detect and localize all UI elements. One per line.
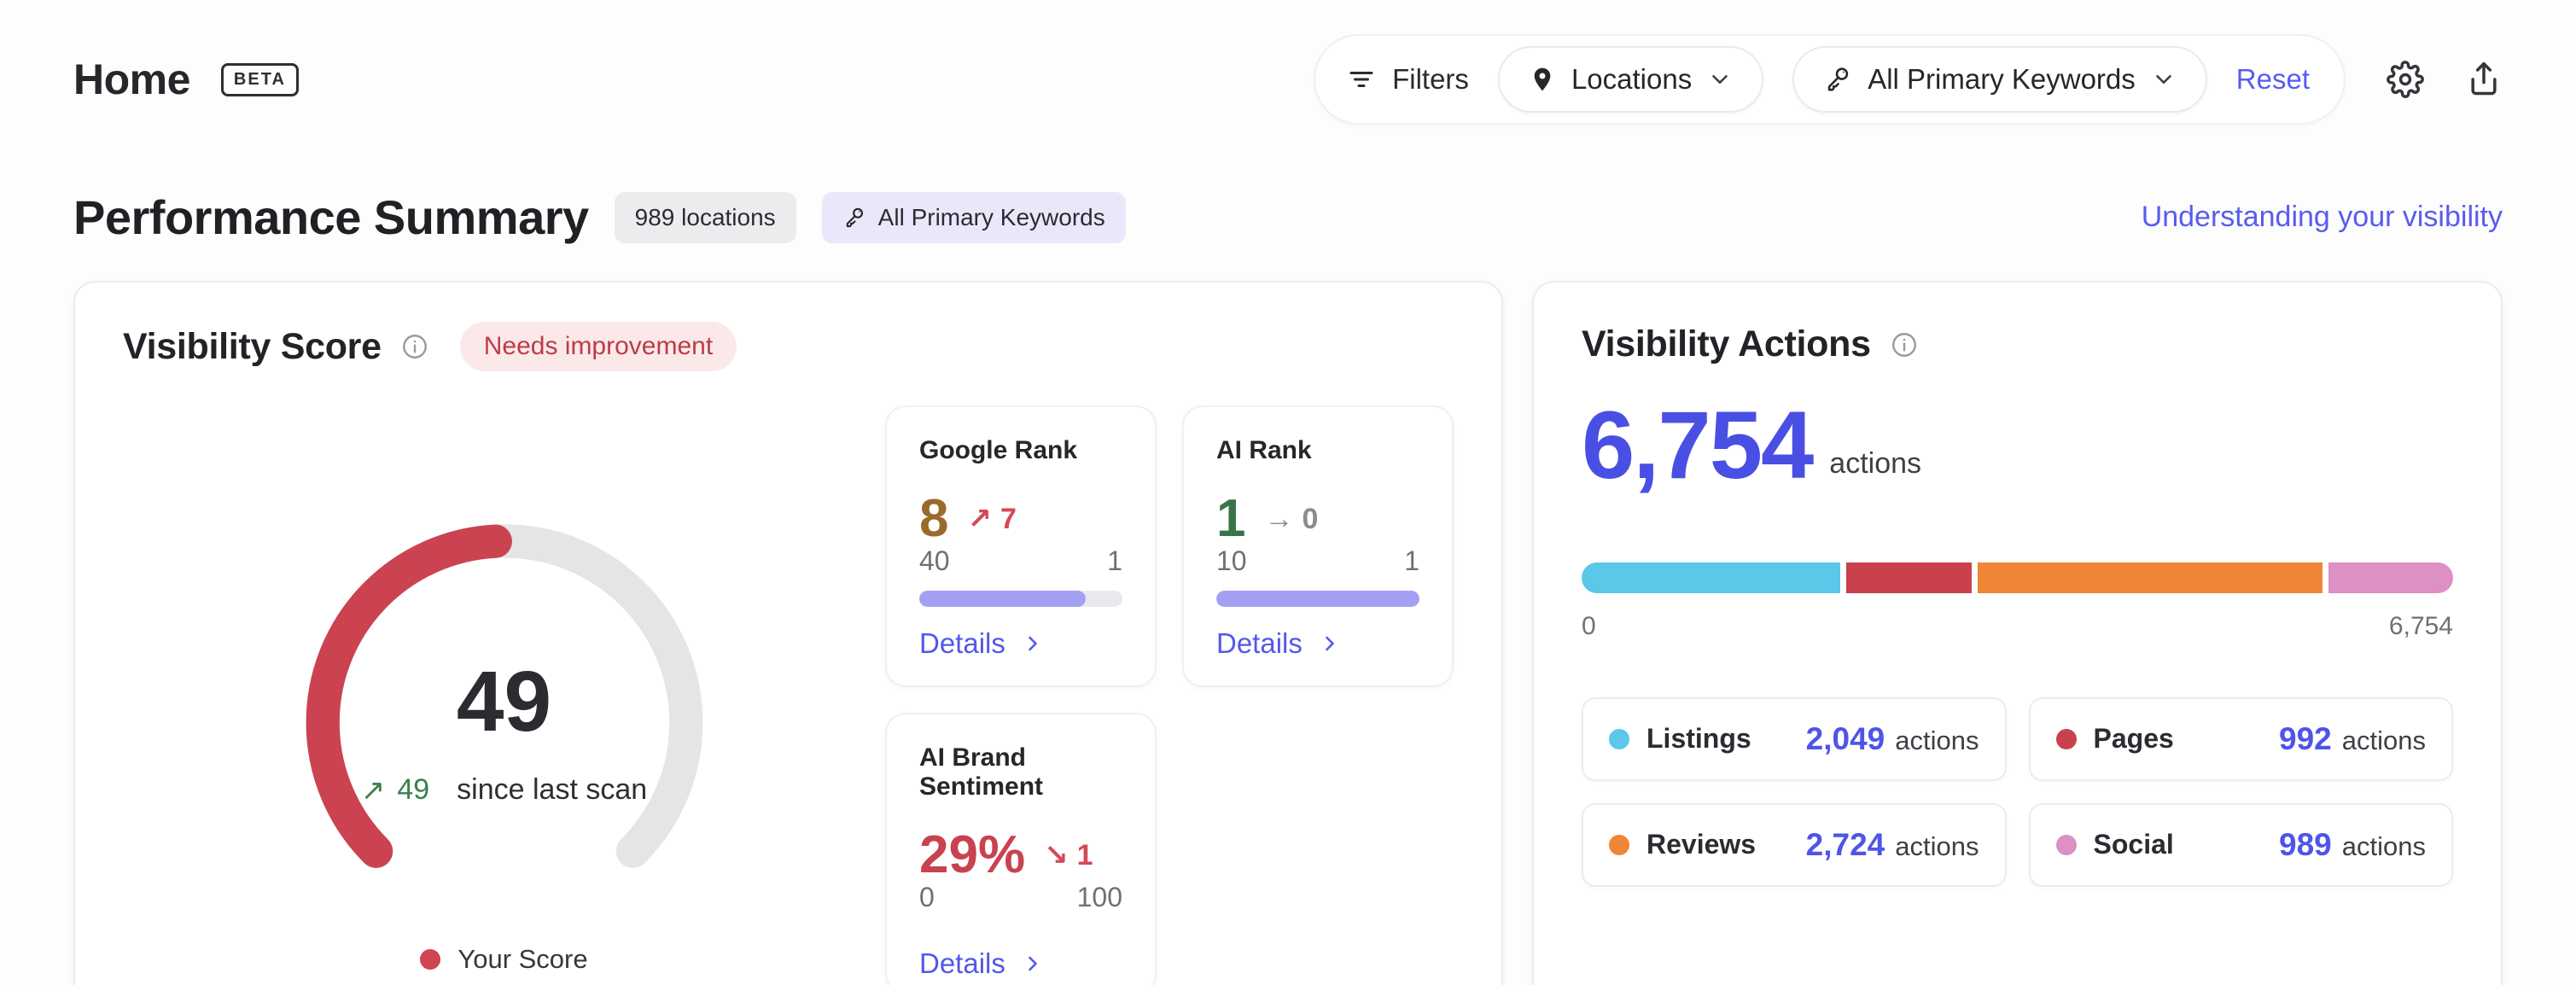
- score-value: 49: [457, 659, 551, 744]
- locations-label: Locations: [1571, 63, 1692, 96]
- settings-button[interactable]: [2387, 61, 2424, 98]
- metric-progress-bar: [1216, 591, 1419, 607]
- legend-item-reviews: Reviews 2,724actions: [1582, 803, 2007, 887]
- chevron-down-icon: [1707, 67, 1733, 92]
- reviews-dot: [1609, 835, 1629, 855]
- chevron-down-icon: [2151, 67, 2177, 92]
- trend-up-icon: ↗: [967, 502, 992, 536]
- metric-value: 1: [1216, 492, 1245, 545]
- social-dot: [2056, 835, 2077, 855]
- metric-trend: →0: [1264, 503, 1318, 536]
- filter-lines-icon: [1346, 64, 1377, 95]
- visibility-score-title: Visibility Score: [123, 326, 382, 368]
- actions-stacked-bar: [1582, 562, 2453, 593]
- keywords-badge: All Primary Keywords: [822, 192, 1126, 243]
- chevron-right-icon: [1021, 952, 1045, 976]
- visibility-score-card: Visibility Score Needs improvement 49: [73, 281, 1503, 985]
- summary-row: Performance Summary 989 locations All Pr…: [73, 189, 2503, 245]
- details-link[interactable]: Details: [919, 627, 1122, 660]
- metric-value: 29%: [919, 829, 1025, 882]
- location-pin-icon: [1529, 66, 1556, 93]
- gear-icon: [2387, 61, 2424, 98]
- trend-down-icon: ↘: [1044, 838, 1069, 872]
- metric-progress-bar: [919, 591, 1122, 607]
- metrics-grid: Google Rank 8 ↗7 401: [885, 405, 1454, 985]
- metric-card-ai-rank: AI Rank 1 →0 101: [1182, 405, 1454, 687]
- bar-segment-reviews: [1978, 562, 2322, 593]
- metric-card-ai-brand-sentiment: AI Brand Sentiment 29% ↘1 0100: [885, 713, 1157, 985]
- beta-badge: BETA: [221, 63, 299, 96]
- chevron-right-icon: [1318, 632, 1342, 656]
- share-upload-icon: [2465, 61, 2503, 98]
- score-gauge: 49 ↗ 49 since last scan Your Score: [123, 405, 885, 985]
- key-icon: [842, 206, 866, 230]
- metric-trend: ↘1: [1044, 838, 1093, 872]
- keywords-label: All Primary Keywords: [1868, 63, 2136, 96]
- listings-dot: [1609, 729, 1629, 749]
- details-link[interactable]: Details: [1216, 627, 1419, 660]
- gauge-legend: Your Score: [420, 944, 587, 975]
- trend-up-icon: ↗: [361, 773, 386, 807]
- info-icon[interactable]: [1890, 330, 1919, 359]
- keywords-dropdown[interactable]: All Primary Keywords: [1792, 46, 2207, 113]
- metric-trend: ↗7: [967, 502, 1016, 536]
- metric-card-google-rank: Google Rank 8 ↗7 401: [885, 405, 1157, 687]
- legend-item-listings: Listings 2,049actions: [1582, 697, 2007, 781]
- summary-title: Performance Summary: [73, 189, 589, 245]
- trend-flat-icon: →: [1264, 503, 1293, 536]
- locations-dropdown[interactable]: Locations: [1498, 46, 1763, 113]
- understanding-visibility-link[interactable]: Understanding your visibility: [2142, 201, 2503, 234]
- details-link[interactable]: Details: [919, 947, 1122, 980]
- actions-legend: Listings 2,049actions Pages 992actions R…: [1582, 697, 2453, 887]
- status-badge: Needs improvement: [460, 322, 737, 371]
- bar-segment-listings: [1582, 562, 1840, 593]
- locations-count-badge: 989 locations: [615, 192, 796, 243]
- visibility-actions-title: Visibility Actions: [1582, 323, 1871, 365]
- your-score-dot: [420, 949, 440, 970]
- bar-segment-pages: [1846, 562, 1972, 593]
- bar-segment-social: [2328, 562, 2453, 593]
- bar-range: 06,754: [1582, 612, 2453, 641]
- score-delta: ↗ 49 since last scan: [361, 773, 647, 807]
- metric-value: 8: [919, 492, 948, 545]
- legend-item-pages: Pages 992actions: [2029, 697, 2454, 781]
- keywords-badge-label: All Primary Keywords: [878, 204, 1105, 231]
- total-actions-value: 6,754: [1582, 403, 1812, 489]
- total-actions-suffix: actions: [1829, 447, 1921, 489]
- visibility-actions-card: Visibility Actions 6,754 actions 06,754: [1532, 281, 2503, 985]
- pages-dot: [2056, 729, 2077, 749]
- legend-item-social: Social 989actions: [2029, 803, 2454, 887]
- filter-bar: Filters Locations All Prim: [1314, 34, 2346, 125]
- page-title: Home: [73, 55, 190, 104]
- filters-label: Filters: [1392, 63, 1469, 96]
- info-icon[interactable]: [400, 332, 429, 361]
- top-bar: Home BETA Filters Locations: [73, 34, 2503, 125]
- reset-button[interactable]: Reset: [2236, 63, 2310, 96]
- dashboard-page: Home BETA Filters Locations: [0, 0, 2576, 985]
- filters-button[interactable]: Filters: [1346, 63, 1469, 96]
- your-score-label: Your Score: [458, 944, 587, 975]
- export-button[interactable]: [2465, 61, 2503, 98]
- chevron-right-icon: [1021, 632, 1045, 656]
- key-icon: [1823, 65, 1852, 94]
